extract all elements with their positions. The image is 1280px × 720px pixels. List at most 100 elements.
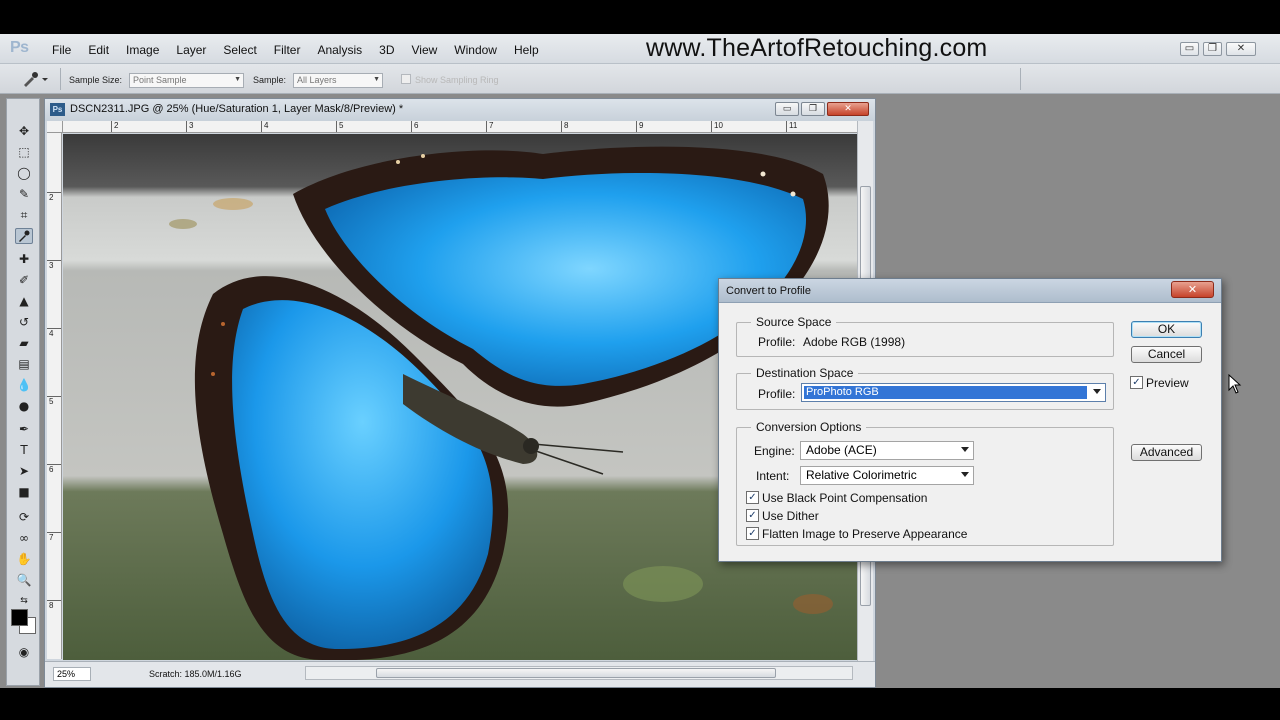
menu-select[interactable]: Select [223,43,256,57]
intent-value: Relative Colorimetric [806,468,917,482]
close-icon[interactable]: ✕ [1171,281,1214,298]
scratch-size-info[interactable]: Scratch: 185.0M/1.16G [149,669,242,679]
pen-tool-icon[interactable]: ✒ [15,421,33,437]
dialog-title: Convert to Profile [726,285,811,297]
horizontal-ruler[interactable]: 2 3 4 5 6 7 8 9 10 11 [63,121,857,133]
ok-button[interactable]: OK [1131,321,1202,338]
gradient-tool-icon[interactable]: ▤ [15,356,33,372]
letterbox-bottom [0,688,1280,720]
shape-tool-icon[interactable]: ■ [15,484,33,500]
horizontal-scroll-thumb[interactable] [376,668,776,678]
menu-3d[interactable]: 3D [379,43,394,57]
path-selection-tool-icon[interactable]: ➤ [15,463,33,479]
menu-analysis[interactable]: Analysis [317,43,362,57]
vertical-ruler[interactable]: 2 3 4 5 6 7 8 [47,133,62,659]
ruler-tick: 4 [47,328,61,338]
3d-rotate-tool-icon[interactable]: ⟳ [15,509,33,525]
engine-select[interactable]: Adobe (ACE) [800,441,974,460]
minimize-icon[interactable]: ▭ [775,102,799,116]
menu-filter[interactable]: Filter [274,43,301,57]
quick-mask-icon[interactable]: ◉ [15,644,33,660]
hand-tool-icon[interactable]: ✋ [15,551,33,567]
ruler-tick: 7 [486,121,493,132]
close-icon[interactable]: ✕ [1226,42,1256,56]
sample-value: All Layers [297,75,337,85]
eraser-tool-icon[interactable]: ▰ [15,335,33,351]
document-window-controls: ▭ ❐ ✕ [775,102,869,116]
zoom-tool-icon[interactable]: 🔍 [15,572,33,588]
dither-label[interactable]: Use Dither [762,509,819,523]
history-brush-tool-icon[interactable]: ↺ [15,314,33,330]
source-profile-value: Adobe RGB (1998) [803,335,906,349]
ruler-tick: 3 [186,121,193,132]
document-title-bar: Ps DSCN2311.JPG @ 25% (Hue/Saturation 1,… [45,99,875,121]
show-sampling-ring-label: Show Sampling Ring [415,75,499,85]
options-bar: Sample Size: Point Sample ▼ Sample: All … [0,64,1280,94]
restore-icon[interactable]: ❐ [1203,42,1222,56]
ruler-tick: 10 [711,121,723,132]
destination-profile-label: Profile: [758,387,796,401]
destination-space-legend: Destination Space [751,366,859,380]
cancel-button[interactable]: Cancel [1131,346,1202,363]
move-tool-icon[interactable]: ✥ [15,123,33,139]
engine-label: Engine: [754,444,795,458]
quick-select-tool-icon[interactable]: ✎ [15,186,33,202]
lasso-tool-icon[interactable]: ◯ [15,165,33,181]
sample-size-select[interactable]: Point Sample ▼ [129,73,244,88]
restore-icon[interactable]: ❐ [801,102,825,116]
ruler-tick: 3 [47,260,61,270]
black-point-label[interactable]: Use Black Point Compensation [762,491,927,505]
menu-view[interactable]: View [411,43,437,57]
conversion-options-group: Conversion Options Engine: Adobe (ACE) I… [736,420,1114,546]
mouse-pointer-icon [1228,374,1242,394]
black-point-checkbox[interactable]: ✓ [746,491,759,504]
close-icon[interactable]: ✕ [827,102,869,116]
app-window-controls: ▭ ❐ ✕ [1180,42,1256,56]
dodge-tool-icon[interactable]: ● [15,398,33,414]
ruler-tick: 8 [561,121,568,132]
minimize-icon[interactable]: ▭ [1180,42,1199,56]
menu-file[interactable]: File [52,43,71,57]
preview-label[interactable]: Preview [1146,376,1189,390]
menu-window[interactable]: Window [454,43,497,57]
dither-checkbox[interactable]: ✓ [746,509,759,522]
document-title: DSCN2311.JPG @ 25% (Hue/Saturation 1, La… [70,103,404,115]
zoom-level-field[interactable]: 25% [53,667,91,681]
sample-select[interactable]: All Layers ▼ [293,73,383,88]
ruler-tick: 9 [636,121,643,132]
menu-edit[interactable]: Edit [88,43,109,57]
show-sampling-ring-checkbox[interactable] [401,74,411,84]
eyedropper-tool-icon[interactable] [15,228,33,244]
photoshop-doc-icon: Ps [50,103,65,116]
preview-checkbox[interactable]: ✓ [1130,376,1143,389]
flatten-label[interactable]: Flatten Image to Preserve Appearance [762,527,967,541]
source-space-group: Source Space Profile: Adobe RGB (1998) [736,315,1114,357]
foreground-color-swatch[interactable] [11,609,28,626]
blur-tool-icon[interactable]: 💧 [15,377,33,393]
menu-image[interactable]: Image [126,43,159,57]
tools-panel: ✥ ⬚ ◯ ✎ ⌗ ✚ ✐ ▲ ↺ ▰ ▤ 💧 ● ✒ T ➤ ■ ⟳ ∞ ✋ … [6,98,40,686]
menu-items: File Edit Image Layer Select Filter Anal… [52,43,556,57]
eyedropper-tool-preset-icon[interactable] [18,70,48,88]
swap-colors-icon[interactable]: ⇆ [15,593,33,609]
type-tool-icon[interactable]: T [15,442,33,458]
options-separator [1020,68,1021,90]
3d-orbit-tool-icon[interactable]: ∞ [15,530,33,546]
menu-layer[interactable]: Layer [176,43,206,57]
intent-select[interactable]: Relative Colorimetric [800,466,974,485]
photoshop-window: Ps File Edit Image Layer Select Filter A… [0,34,1280,688]
healing-brush-tool-icon[interactable]: ✚ [15,251,33,267]
brush-tool-icon[interactable]: ✐ [15,272,33,288]
ruler-origin[interactable] [47,121,63,133]
ruler-tick: 2 [111,121,118,132]
menu-bar: Ps File Edit Image Layer Select Filter A… [0,34,1280,64]
clone-stamp-tool-icon[interactable]: ▲ [15,293,33,309]
advanced-button[interactable]: Advanced [1131,444,1202,461]
flatten-checkbox[interactable]: ✓ [746,527,759,540]
marquee-tool-icon[interactable]: ⬚ [15,144,33,160]
horizontal-scrollbar[interactable] [305,666,853,680]
crop-tool-icon[interactable]: ⌗ [15,207,33,223]
chevron-down-icon [961,447,969,452]
menu-help[interactable]: Help [514,43,539,57]
destination-profile-select[interactable]: ProPhoto RGB [801,383,1106,402]
